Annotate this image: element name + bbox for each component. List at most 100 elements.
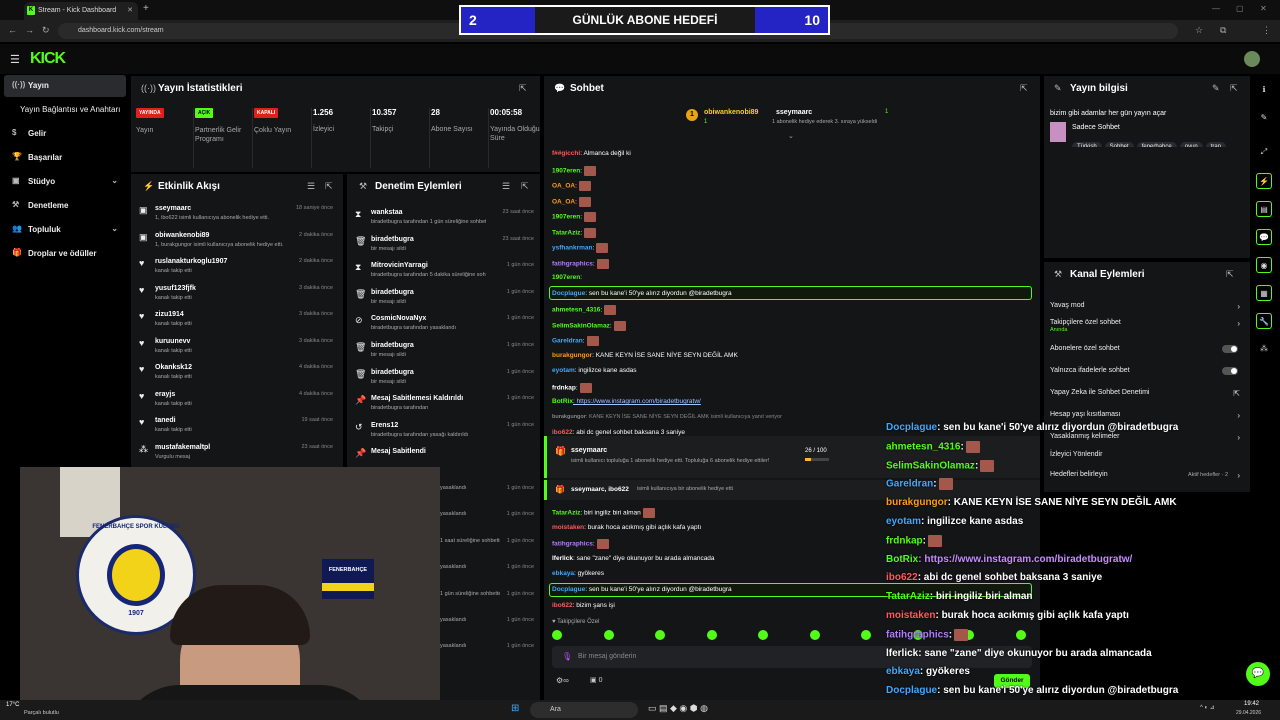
popout-icon[interactable]: ⇱	[519, 83, 527, 94]
pen-icon[interactable]: ✎	[1256, 110, 1272, 126]
moderation-row[interactable]: ⧗ wankstaa biradetbugra tarafından 1 gün s…	[347, 206, 540, 232]
chat-username[interactable]: 1907eren	[552, 167, 580, 174]
filter-icon[interactable]: ☰	[502, 181, 510, 192]
chat-username[interactable]: ibo622	[552, 429, 573, 436]
moderation-username[interactable]: wankstaa	[371, 209, 403, 216]
popout-icon[interactable]: ⇱	[1020, 83, 1028, 94]
tag-pill[interactable]: Türkish	[1072, 142, 1102, 147]
activity-row[interactable]: ▣ obiwankenobi89 1, burakgungor isimli kul…	[131, 229, 339, 255]
window-close-icon[interactable]: ✕	[1260, 4, 1267, 13]
emote-shortcut-icon[interactable]	[706, 630, 717, 640]
chat-icon[interactable]: 💬	[1256, 229, 1272, 245]
activity-username[interactable]: sseymaarc	[155, 205, 191, 212]
maximize-icon[interactable]: ▢	[1236, 4, 1244, 13]
new-tab-icon[interactable]: +	[143, 3, 149, 14]
close-tab-icon[interactable]: ✕	[127, 6, 133, 14]
chat-username[interactable]: lferlick	[552, 555, 573, 562]
chat-username[interactable]: frdnkap	[552, 384, 576, 391]
tag-pill[interactable]: tran	[1205, 142, 1227, 147]
moderation-username[interactable]: biradetbugra	[371, 289, 414, 296]
tag-pill[interactable]: Sohbet	[1104, 142, 1134, 147]
moderation-row-partial[interactable]: yasaklandı 1 gün önce	[440, 554, 540, 580]
activity-row[interactable]: ♥ yusuf123fjfk kanalı takip etti 3 dakika ö…	[131, 282, 339, 308]
activity-row[interactable]: ⁂ mustafakemaltpl Vurgulu mesaj 23 saat önc…	[131, 441, 339, 467]
chat-username[interactable]: Docplague	[552, 290, 585, 297]
browser-menu-icon[interactable]: ⋮	[1262, 25, 1271, 36]
user-avatar[interactable]	[1244, 51, 1260, 67]
moderation-row[interactable]: ↺ Erens12 biradetbugra tarafından yasağı k…	[347, 419, 540, 445]
moderation-row-partial[interactable]: yasaklandı 1 gün önce	[440, 475, 540, 501]
stats-icon[interactable]: ▦	[1256, 285, 1272, 301]
moderation-username[interactable]: MitrovicinYarragi	[371, 262, 428, 269]
chat-username[interactable]: 1907eren	[552, 274, 580, 281]
moderation-row[interactable]: 🗑 biradetbugra bir mesajı sildi 23 saat önc…	[347, 233, 540, 259]
sidebar-item-studyo[interactable]: ▣ Stüdyo ⌄	[4, 171, 126, 193]
activity-username[interactable]: tanedi	[155, 417, 176, 424]
bolt-icon[interactable]: ⚡	[1256, 173, 1272, 189]
filter-icon[interactable]: ☰	[307, 181, 315, 192]
channel-action-item[interactable]: Yalnızca ifadelerle sohbet	[1050, 367, 1240, 387]
mic-icon[interactable]: 🎙	[562, 652, 572, 661]
chat-username[interactable]: TatarAziz	[552, 229, 580, 236]
moderation-row[interactable]: 🗑 biradetbugra bir mesajı sildi 1 gün önce	[347, 339, 540, 365]
activity-row[interactable]: ♥ kuruunevv kanalı takip etti 3 dakika önce	[131, 335, 339, 361]
broadcast-icon[interactable]: ◉	[1256, 257, 1272, 273]
toggle-switch[interactable]	[1222, 367, 1238, 375]
popout-icon[interactable]: ⇱	[1226, 269, 1234, 280]
moderation-username[interactable]: Mesaj Sabitlendi	[371, 448, 426, 455]
channel-action-item[interactable]: Takipçilere özel sohbet Anında ›	[1050, 319, 1240, 339]
moderation-row-partial[interactable]: yasaklandı 1 gün önce	[440, 607, 540, 633]
activity-row[interactable]: ♥ erayjs kanalı takip etti 4 dakika önce	[131, 388, 339, 414]
taskbar-search[interactable]: Ara	[530, 702, 638, 718]
moderation-username[interactable]: biradetbugra	[371, 236, 414, 243]
activity-username[interactable]: zizu1914	[155, 311, 184, 318]
hamburger-menu-icon[interactable]: ☰	[10, 53, 20, 66]
moderation-row[interactable]: 🗑 biradetbugra bir mesajı sildi 1 gün önce	[347, 366, 540, 392]
activity-row[interactable]: ♥ tanedi kanalı takip etti 19 saat önce	[131, 414, 339, 440]
toggle-switch[interactable]	[1222, 345, 1238, 353]
wrench-icon[interactable]: 🔧	[1256, 313, 1272, 329]
back-icon[interactable]: ←	[8, 25, 17, 35]
emote-shortcut-icon[interactable]	[809, 630, 820, 640]
moderation-username[interactable]: biradetbugra	[371, 342, 414, 349]
moderation-row[interactable]: 📌 Mesaj Sabitlendi	[347, 445, 540, 469]
moderation-username[interactable]: CosmicNovaNyx	[371, 315, 426, 322]
chat-username[interactable]: moistaken	[552, 524, 584, 531]
activity-username[interactable]: obiwankenobi89	[155, 232, 209, 239]
browser-tab[interactable]: K Stream - Kick Dashboard ✕	[24, 2, 138, 20]
chat-username[interactable]: ysfhankrman	[552, 245, 592, 252]
taskbar-apps-icons[interactable]: ▭ ▤ ◆ ◉ ⬢ ◍	[648, 703, 708, 714]
windows-start-icon[interactable]: ⊞	[511, 703, 519, 714]
chat-username[interactable]: BotRix	[552, 398, 573, 405]
popout-icon[interactable]: ⇱	[1230, 83, 1238, 94]
apps-icon[interactable]: ⁂	[1256, 341, 1272, 357]
popout-icon[interactable]: ⇱	[325, 181, 333, 192]
chat-username[interactable]: burakgungor	[552, 352, 592, 359]
chat-fab-icon[interactable]: 💬	[1246, 662, 1270, 686]
activity-row[interactable]: ▣ sseymaarc 1, ibo622 isimli kullanıcıya a…	[131, 202, 339, 228]
channel-action-item[interactable]: İzleyici Yönlendir	[1050, 451, 1240, 471]
activity-username[interactable]: kuruunevv	[155, 338, 190, 345]
moderation-row-partial[interactable]: yasaklandı 1 gün önce	[440, 501, 540, 527]
chat-username[interactable]: fatihgraphics	[552, 260, 593, 267]
moderation-username[interactable]: biradetbugra	[371, 369, 414, 376]
emote-shortcut-icon[interactable]	[603, 630, 614, 640]
expand-icon[interactable]: ⤢	[1256, 144, 1272, 160]
popout-icon[interactable]: ⇱	[521, 181, 529, 192]
moderation-row-partial[interactable]: yasaklandı 1 gün önce	[440, 633, 540, 659]
bookmark-star-icon[interactable]: ☆	[1195, 25, 1203, 36]
emote-shortcut-icon[interactable]	[758, 630, 768, 640]
activity-username[interactable]: Okanksk12	[155, 364, 192, 371]
channel-action-item[interactable]: Abonelere özel sohbet	[1050, 345, 1240, 365]
chat-username[interactable]: Docplague	[552, 586, 585, 593]
tray-icons[interactable]: ^ ◐ ⊿	[1200, 704, 1215, 711]
card-icon[interactable]: ▤	[1256, 201, 1272, 217]
activity-row[interactable]: ♥ ruslanakturkoglu1907 kanalı takip etti 2 …	[131, 255, 339, 281]
sidebar-item-topluluk[interactable]: 👥 Topluluk ⌄	[4, 219, 126, 241]
activity-row[interactable]: ♥ Okanksk12 kanalı takip etti 4 dakika önce	[131, 361, 339, 387]
chat-username[interactable]: ebkaya	[552, 570, 574, 577]
emote-shortcut-icon[interactable]	[1015, 630, 1026, 640]
chat-username[interactable]: ahmetesn_4316	[552, 307, 600, 314]
emote-shortcut-icon[interactable]	[552, 630, 562, 640]
moderation-username[interactable]: Mesaj Sabitlemesi Kaldırıldı	[371, 395, 463, 402]
